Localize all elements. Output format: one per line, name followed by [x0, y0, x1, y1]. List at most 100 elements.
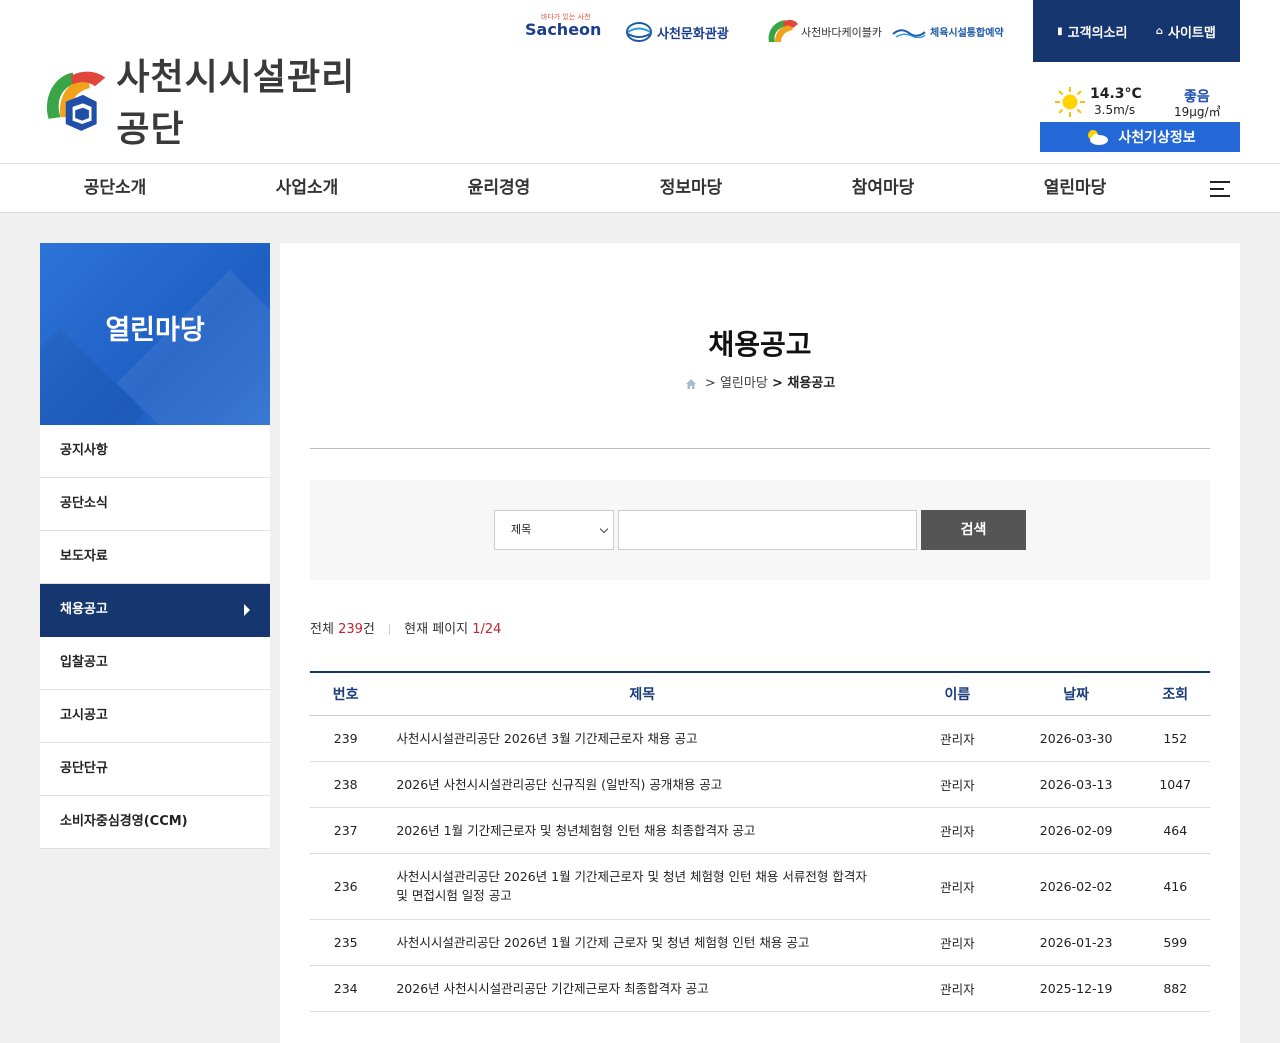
search-field-select-value: 제목: [511, 523, 532, 536]
row-no: 235: [310, 919, 382, 966]
logo-text: 사천시시설관리공단: [116, 57, 356, 150]
utility-menu: ▮ 고객의소리 ⌂ 사이트맵: [1033, 0, 1240, 62]
row-no: 236: [310, 853, 382, 920]
breadcrumb-sep-2: >: [771, 376, 783, 391]
post-count: 전체 239건 현재 페이지 1/24: [310, 618, 501, 637]
table-row[interactable]: 234 2026년 사천시시설관리공단 기간제근로자 최종합격자 공고 관리자 …: [310, 965, 1210, 1012]
culture-logo-icon: [626, 22, 652, 42]
search-panel: 제목 검색: [310, 480, 1210, 580]
sidebar-item-press[interactable]: 보도자료: [40, 531, 270, 584]
gnb-item-open[interactable]: 열린마당: [1000, 164, 1150, 212]
row-no: 234: [310, 965, 382, 1012]
sidebar-item-ccm[interactable]: 소비자중심경영(CCM): [40, 796, 270, 849]
partner-sport-link[interactable]: 체육시설통합예약: [892, 24, 1004, 39]
weather-temp: 14.3°C: [1090, 86, 1142, 102]
gnb-item-business[interactable]: 사업소개: [232, 164, 382, 212]
sidebar-item-recruit-label: 채용공고: [60, 602, 108, 617]
sidebar-item-news[interactable]: 공단소식: [40, 478, 270, 531]
sidebar-item-rules[interactable]: 공단단규: [40, 743, 270, 796]
page-label: 현재 페이지: [404, 622, 469, 637]
weather-info-button[interactable]: 사천기상정보: [1040, 122, 1240, 152]
sidebar-item-notice[interactable]: 공지사항: [40, 425, 270, 478]
col-header-no: 번호: [310, 671, 382, 716]
table-row[interactable]: 237 2026년 1월 기간제근로자 및 청년체험형 인턴 채용 최종합격자 …: [310, 807, 1210, 854]
home-icon[interactable]: [685, 378, 697, 390]
gnb-item-ethics[interactable]: 윤리경영: [424, 164, 574, 212]
partner-sport-label: 체육시설통합예약: [930, 28, 1004, 39]
table-row[interactable]: 236 사천시시설관리공단 2026년 1월 기간제근로자 및 청년 체험형 인…: [310, 853, 1210, 920]
row-name: 관리자: [903, 919, 1012, 966]
search-field-select[interactable]: 제목: [494, 510, 614, 550]
row-views: 599: [1140, 919, 1210, 966]
row-date: 2026-01-23: [1011, 919, 1141, 966]
gnb-item-info[interactable]: 정보마당: [616, 164, 766, 212]
row-views: 416: [1140, 853, 1210, 920]
customer-voice-link[interactable]: ▮ 고객의소리: [1057, 22, 1127, 41]
partner-links: 바다가 있는 사천 Sacheon 사천문화관광 사천바다케이블카 체육시설통합…: [520, 13, 1020, 50]
row-name: 관리자: [903, 807, 1012, 854]
title-divider: [310, 448, 1210, 449]
col-header-title: 제목: [381, 671, 904, 716]
row-no: 239: [310, 715, 382, 762]
search-input[interactable]: [618, 510, 917, 550]
home-icon: ⌂: [1155, 25, 1163, 37]
sidebar-item-announce[interactable]: 고시공고: [40, 690, 270, 743]
row-date: 2026-02-09: [1011, 807, 1141, 854]
wave-icon: [892, 28, 926, 38]
site-logo[interactable]: 사천시시설관리공단: [40, 57, 380, 150]
sidebar-hero: 열린마당: [40, 243, 270, 425]
row-title-link[interactable]: 2026년 사천시시설관리공단 신규직원 (일반직) 공개채용 공고: [381, 761, 904, 808]
chevron-down-icon: [599, 524, 609, 534]
partner-sacheon-label: Sacheon: [525, 20, 602, 39]
sidebar-title: 열린마당: [105, 315, 205, 346]
partner-culture-link[interactable]: 사천문화관광: [625, 21, 729, 43]
cloud-sun-icon: [1088, 130, 1109, 145]
weather-widget: 14.3°C 3.5m/s 좋음 19μg/㎥ 사천기상정보: [1040, 80, 1240, 152]
breadcrumb: > 열린마당 > 채용공고: [280, 372, 1240, 391]
breadcrumb-parent[interactable]: 열린마당: [720, 376, 768, 391]
row-title-link[interactable]: 2026년 사천시시설관리공단 기간제근로자 최종합격자 공고: [381, 965, 904, 1012]
row-date: 2025-12-19: [1011, 965, 1141, 1012]
gnb-item-participation[interactable]: 참여마당: [808, 164, 958, 212]
partner-culture-label: 사천문화관광: [657, 26, 729, 42]
row-views: 882: [1140, 965, 1210, 1012]
row-views: 1047: [1140, 761, 1210, 808]
main-navigation: 공단소개 사업소개 윤리경영 정보마당 참여마당 열린마당: [0, 163, 1280, 213]
air-pm-value: 19μg/㎥: [1174, 105, 1221, 119]
breadcrumb-sep: >: [704, 376, 716, 391]
row-views: 464: [1140, 807, 1210, 854]
partner-sacheon-link[interactable]: 바다가 있는 사천 Sacheon: [525, 13, 602, 39]
cable-logo-icon: [768, 19, 798, 42]
table-row[interactable]: 235 사천시시설관리공단 2026년 1월 기간제 근로자 및 청년 체험형 …: [310, 919, 1210, 966]
chevron-right-icon: [244, 604, 250, 616]
table-row[interactable]: 239 사천시시설관리공단 2026년 3월 기간제근로자 채용 공고 관리자 …: [310, 715, 1210, 762]
sitemap-link[interactable]: ⌂ 사이트맵: [1156, 22, 1216, 41]
row-name: 관리자: [903, 761, 1012, 808]
total-count: 239: [338, 622, 363, 637]
sidebar-item-recruit[interactable]: 채용공고: [40, 584, 270, 637]
row-title-link[interactable]: 사천시시설관리공단 2026년 3월 기간제근로자 채용 공고: [381, 715, 904, 762]
row-title-link[interactable]: 2026년 1월 기간제근로자 및 청년체험형 인턴 채용 최종합격자 공고: [381, 807, 904, 854]
total-unit: 건: [362, 622, 375, 637]
logo-icon: [46, 71, 106, 131]
row-title-link[interactable]: 사천시시설관리공단 2026년 1월 기간제근로자 및 청년 체험형 인턴 채용…: [381, 853, 904, 920]
site-header: 사천시시설관리공단 바다가 있는 사천 Sacheon 사천문화관광 사천바다케…: [0, 0, 1280, 163]
sidebar-item-bid[interactable]: 입찰공고: [40, 637, 270, 690]
search-button[interactable]: 검색: [921, 510, 1026, 550]
hamburger-menu-icon[interactable]: [1210, 181, 1230, 197]
row-no: 238: [310, 761, 382, 808]
total-label: 전체: [310, 622, 334, 637]
partner-cable-link[interactable]: 사천바다케이블카: [765, 18, 882, 46]
document-icon: ▮: [1057, 25, 1063, 37]
sun-icon: [1055, 87, 1085, 117]
breadcrumb-current: 채용공고: [787, 376, 836, 391]
partner-cable-label: 사천바다케이블카: [801, 26, 882, 39]
row-name: 관리자: [903, 853, 1012, 920]
row-views: 152: [1140, 715, 1210, 762]
table-row[interactable]: 238 2026년 사천시시설관리공단 신규직원 (일반직) 공개채용 공고 관…: [310, 761, 1210, 808]
row-title-link[interactable]: 사천시시설관리공단 2026년 1월 기간제 근로자 및 청년 체험형 인턴 채…: [381, 919, 904, 966]
gnb-item-about[interactable]: 공단소개: [40, 164, 190, 212]
page-value: 1/24: [472, 622, 502, 637]
customer-voice-label: 고객의소리: [1067, 25, 1128, 41]
sitemap-label: 사이트맵: [1167, 25, 1216, 41]
